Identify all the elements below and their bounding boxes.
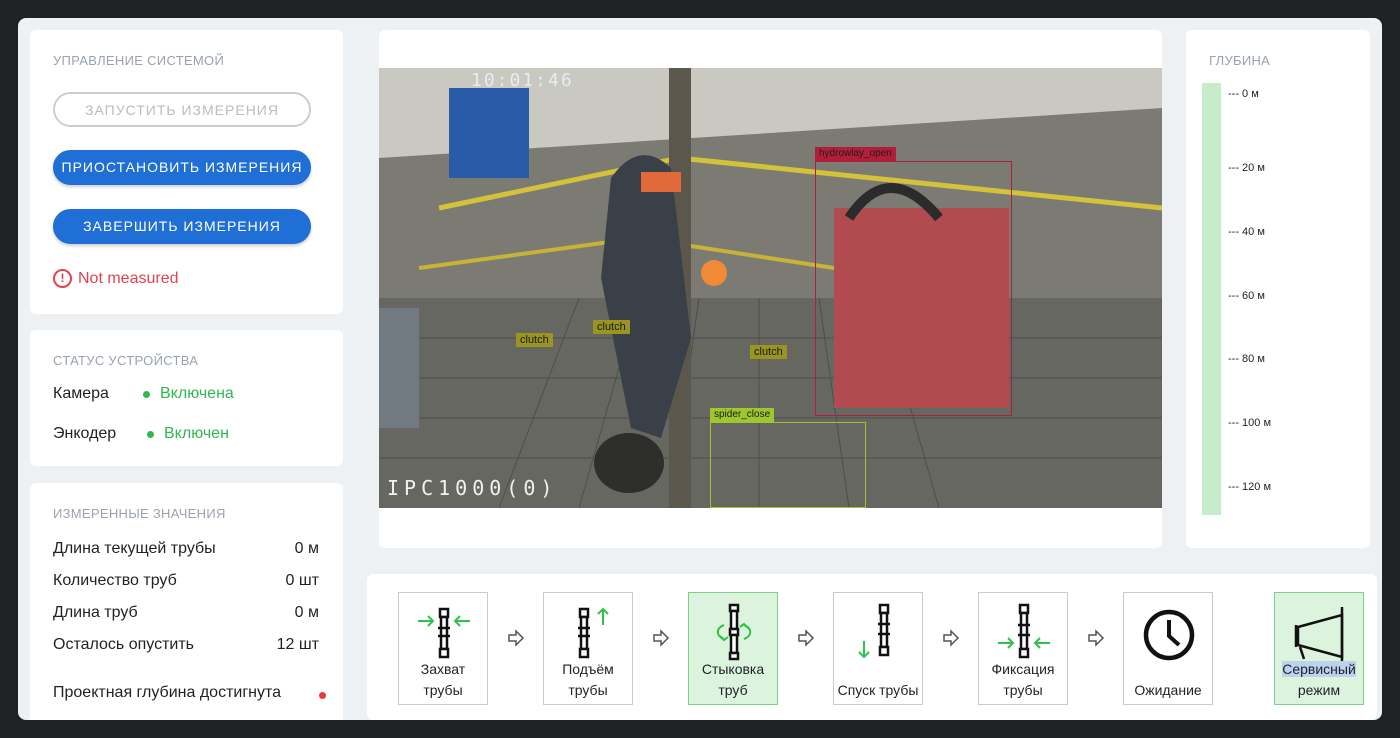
start-measurements-button[interactable]: ЗАПУСТИТЬ ИЗМЕРЕНИЯ xyxy=(53,92,311,127)
step-label: Захват трубы xyxy=(420,661,466,698)
pipe-lift-icon xyxy=(578,607,609,659)
depth-tick: --- 100 м xyxy=(1228,417,1272,429)
pipe-lower-icon xyxy=(858,603,890,659)
measured-row-value: 0 м xyxy=(294,540,319,557)
encoder-label: Энкодер xyxy=(53,425,117,442)
app-screen: УПРАВЛЕНИЕ СИСТЕМОЙ ЗАПУСТИТЬ ИЗМЕРЕНИЯ … xyxy=(18,18,1382,720)
error-icon: ! xyxy=(53,269,72,288)
depth-tick: --- 20 м xyxy=(1228,162,1265,174)
camera-label: Камера xyxy=(53,385,109,402)
arrow-right-icon xyxy=(1088,629,1105,647)
detection-label: hydrowlay_open xyxy=(815,147,896,161)
measured-row-value: 0 м xyxy=(294,604,319,621)
camera-status-text: Включена xyxy=(160,385,234,402)
depth-reached-indicator xyxy=(319,692,326,699)
step-pipe-fix[interactable]: Фиксация трубы xyxy=(978,592,1068,705)
measurement-status: ! Not measured xyxy=(53,269,179,288)
measured-row-value: 12 шт xyxy=(276,636,319,653)
device-status-title: СТАТУС УСТРОЙСТВА xyxy=(53,353,199,368)
camera-feed: 10:01:46 IPC1000(0) hydrowlay_open clutc… xyxy=(379,68,1162,508)
clock-icon xyxy=(1143,609,1195,661)
encoder-status-dot xyxy=(147,430,154,438)
system-control-panel: УПРАВЛЕНИЕ СИСТЕМОЙ ЗАПУСТИТЬ ИЗМЕРЕНИЯ … xyxy=(30,30,343,314)
depth-title: ГЛУБИНА xyxy=(1209,53,1271,68)
step-pipe-lower[interactable]: Спуск трубы xyxy=(833,592,923,705)
step-label: Фиксация трубы xyxy=(991,661,1055,698)
detection-box: hydrowlay_open xyxy=(815,147,1012,416)
camera-panel: 10:01:46 IPC1000(0) hydrowlay_open clutc… xyxy=(379,30,1162,548)
device-status-panel: СТАТУС УСТРОЙСТВА Камера Включена Энкоде… xyxy=(30,330,343,466)
step-label: Стыковка труб xyxy=(701,661,765,698)
pause-measurements-button[interactable]: ПРИОСТАНОВИТЬ ИЗМЕРЕНИЯ xyxy=(53,150,311,185)
process-steps-panel: Захват трубы Подъём трубы Стыковка труб … xyxy=(367,574,1377,720)
arrow-right-icon xyxy=(943,629,960,647)
encoder-status-text: Включен xyxy=(164,425,229,442)
step-pipe-lift[interactable]: Подъём трубы xyxy=(543,592,633,705)
detection-label: spider_close xyxy=(710,408,775,422)
megaphone-icon xyxy=(1294,607,1344,663)
measured-row-label: Длина текущей трубы xyxy=(53,540,216,557)
pipe-dock-icon xyxy=(716,603,752,661)
service-mode-button[interactable]: Сервисный режим xyxy=(1274,592,1364,705)
arrow-right-icon xyxy=(508,629,525,647)
detection-label: clutch xyxy=(593,320,630,334)
depth-reached-label: Проектная глубина достигнута xyxy=(53,684,282,701)
feed-timestamp: 10:01:46 xyxy=(471,70,574,91)
step-label: Ожидание xyxy=(1134,682,1202,698)
depth-tick: --- 80 м xyxy=(1228,353,1265,365)
feed-device-id: IPC1000(0) xyxy=(387,476,558,500)
measured-values-panel: ИЗМЕРЕННЫЕ ЗНАЧЕНИЯ Длина текущей трубы … xyxy=(30,483,343,720)
finish-measurements-button[interactable]: ЗАВЕРШИТЬ ИЗМЕРЕНИЯ xyxy=(53,209,311,244)
detection-label: clutch xyxy=(516,333,553,347)
camera-status-dot xyxy=(143,390,150,398)
depth-tick: --- 0 м xyxy=(1228,88,1259,100)
step-label: Спуск трубы xyxy=(837,682,919,698)
pipe-grab-icon xyxy=(418,607,470,659)
encoder-status: Включен xyxy=(147,425,229,443)
measured-row-label: Количество труб xyxy=(53,572,177,589)
measured-row-label: Осталось опустить xyxy=(53,636,194,653)
step-label: Сервисный режим xyxy=(1282,661,1356,698)
detection-box: spider_close xyxy=(710,408,866,508)
depth-tick: --- 120 м xyxy=(1228,481,1272,493)
depth-panel: ГЛУБИНА --- 0 м --- 20 м --- 40 м --- 60… xyxy=(1186,30,1370,548)
arrow-right-icon xyxy=(798,629,815,647)
step-waiting[interactable]: Ожидание xyxy=(1123,592,1213,705)
step-pipe-dock[interactable]: Стыковка труб xyxy=(688,592,778,705)
camera-status: Включена xyxy=(143,385,234,403)
depth-tick: --- 40 м xyxy=(1228,226,1265,238)
detection-label: clutch xyxy=(750,345,787,359)
step-label: Подъём трубы xyxy=(562,661,614,698)
pipe-fix-icon xyxy=(998,603,1050,659)
arrow-right-icon xyxy=(653,629,670,647)
depth-gauge xyxy=(1202,83,1221,515)
step-pipe-grab[interactable]: Захват трубы xyxy=(398,592,488,705)
measurement-status-text: Not measured xyxy=(78,269,179,287)
measured-row-label: Длина труб xyxy=(53,604,138,621)
depth-tick: --- 60 м xyxy=(1228,290,1265,302)
measured-row-value: 0 шт xyxy=(285,572,319,589)
system-control-title: УПРАВЛЕНИЕ СИСТЕМОЙ xyxy=(53,53,225,68)
measured-values-title: ИЗМЕРЕННЫЕ ЗНАЧЕНИЯ xyxy=(53,506,226,521)
